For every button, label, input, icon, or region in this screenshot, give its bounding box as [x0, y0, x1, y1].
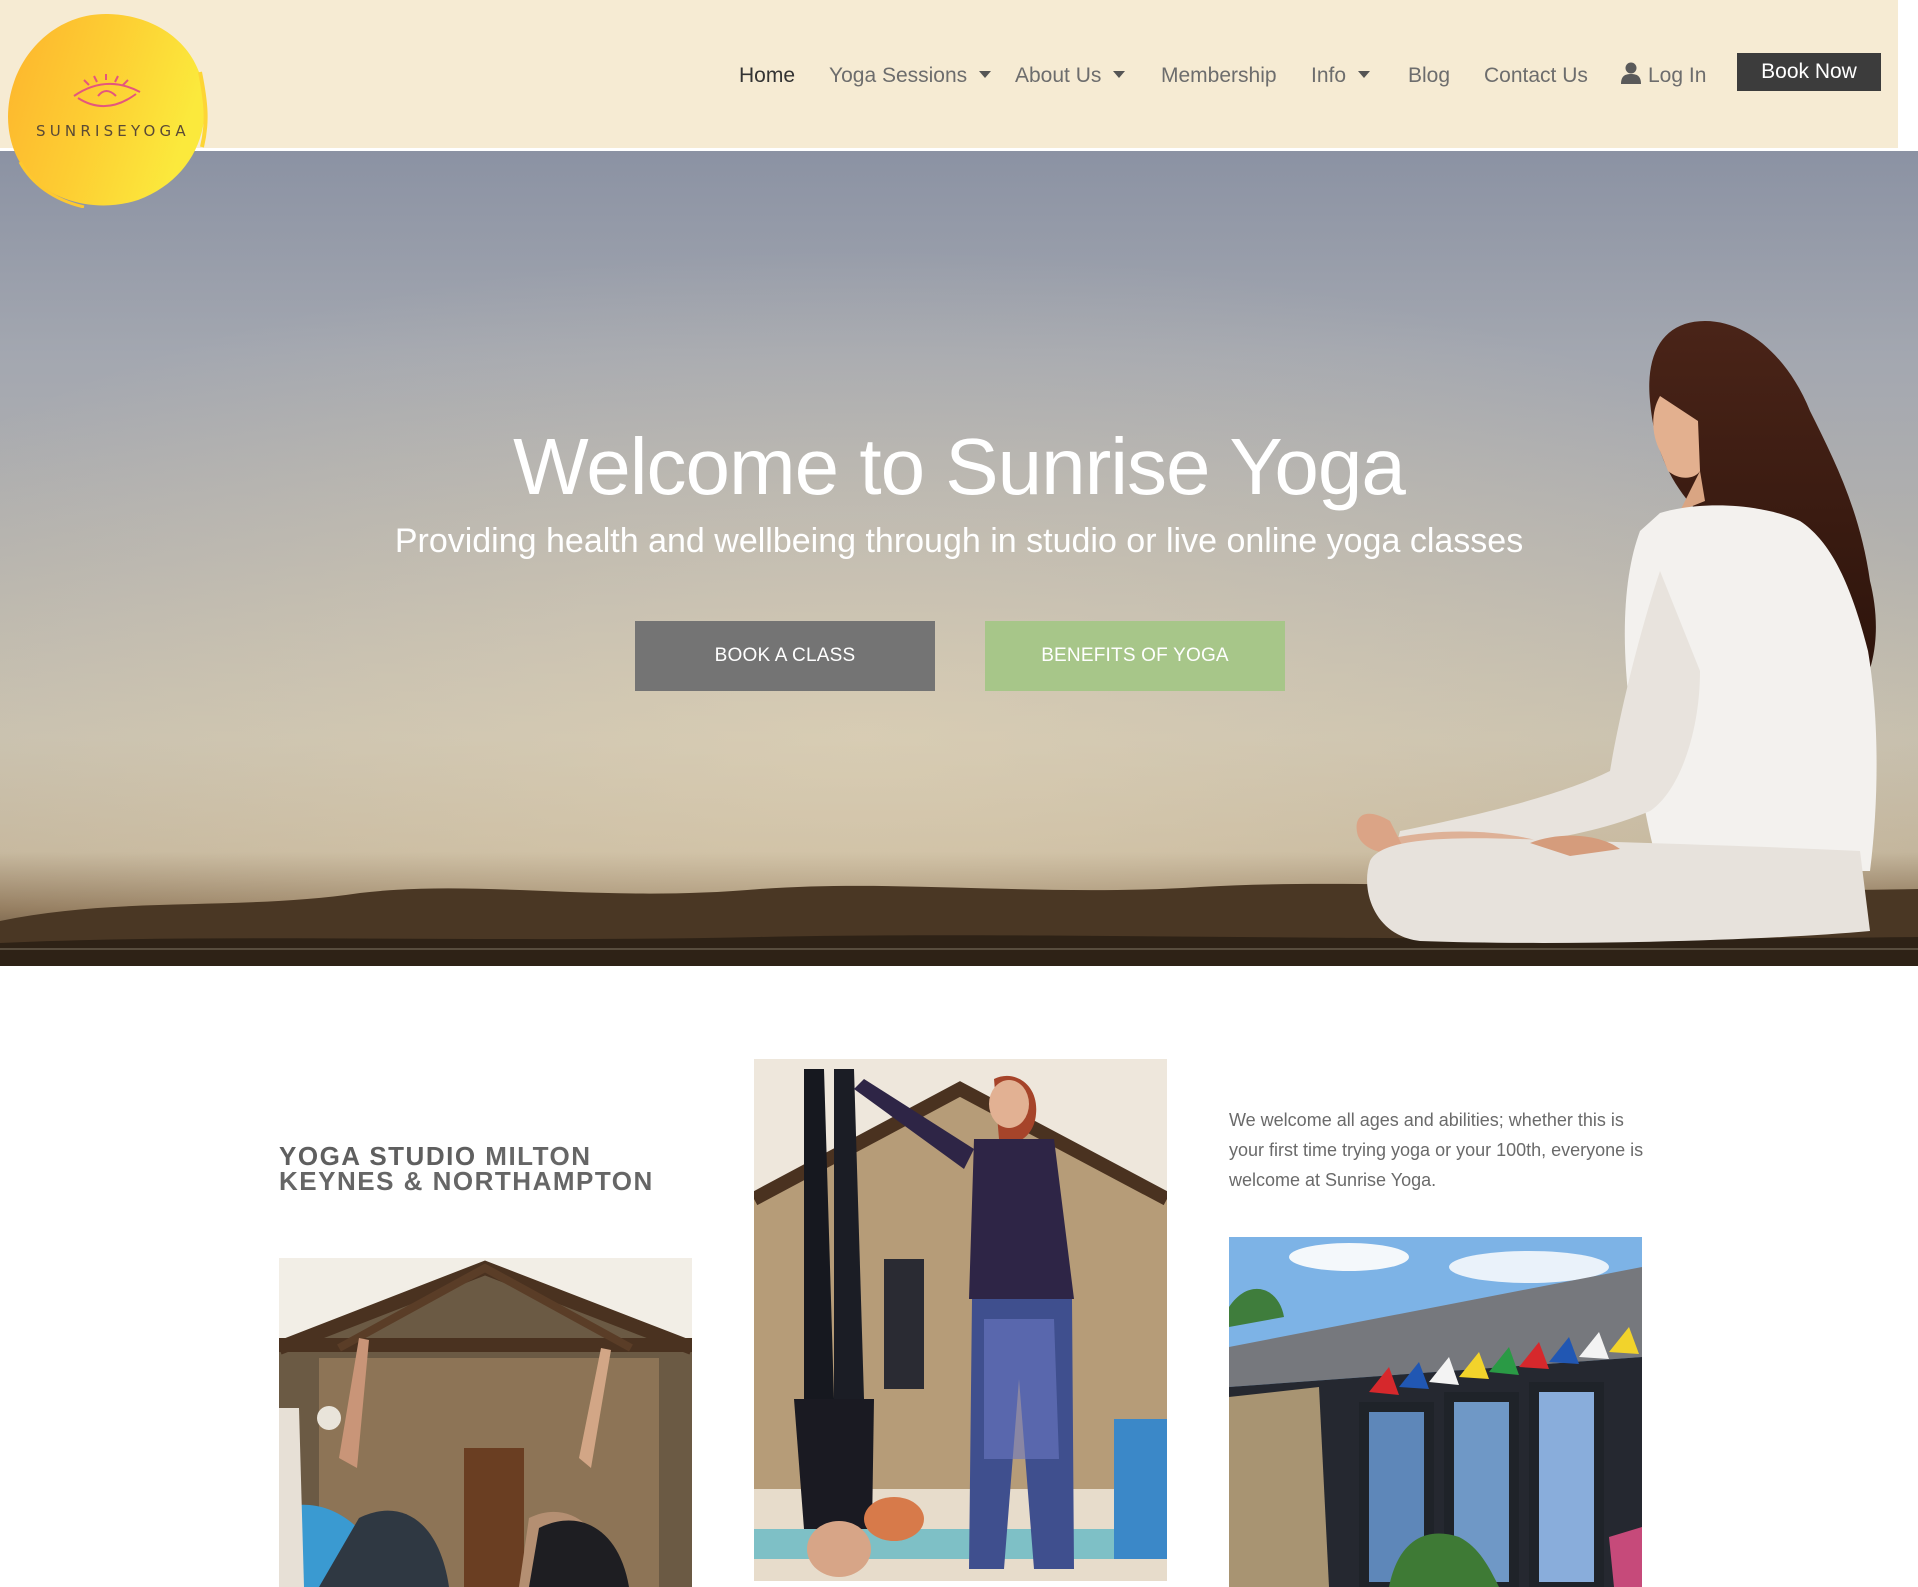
hero-section: Welcome to Sunrise Yoga Providing health… — [0, 151, 1918, 966]
main-nav: Home Yoga Sessions About Us Membership I… — [0, 56, 1898, 96]
nav-home[interactable]: Home — [739, 56, 795, 96]
book-now-button[interactable]: Book Now — [1737, 53, 1881, 91]
nav-yoga-sessions-label: Yoga Sessions — [829, 64, 968, 87]
studio-building-photo — [1229, 1237, 1642, 1587]
hero-title: Welcome to Sunrise Yoga — [513, 422, 1406, 511]
nav-about-us[interactable]: About Us — [1015, 56, 1126, 96]
logo-link[interactable]: SUNRISE YOGA — [6, 12, 210, 209]
caret-down-icon — [1358, 70, 1371, 78]
studio-class-photo — [279, 1258, 692, 1587]
hero-subtitle: Providing health and wellbeing through i… — [394, 522, 1524, 560]
user-icon — [1621, 62, 1641, 85]
nav-blog[interactable]: Blog — [1408, 56, 1450, 96]
caret-down-icon — [979, 70, 992, 78]
nav-membership[interactable]: Membership — [1161, 56, 1277, 96]
nav-log-in[interactable]: Log In — [1621, 56, 1706, 96]
benefits-of-yoga-button[interactable]: BENEFITS OF YOGA — [985, 621, 1285, 691]
book-a-class-button[interactable]: BOOK A CLASS — [635, 621, 935, 691]
studio-heading: YOGA STUDIO MILTON KEYNES & NORTHAMPTON — [279, 1143, 699, 1194]
welcome-paragraph: We welcome all ages and abilities; wheth… — [1229, 1110, 1644, 1190]
sunrise-yoga-logo: SUNRISE YOGA — [8, 13, 208, 209]
nav-info[interactable]: Info — [1311, 56, 1371, 96]
nav-log-in-label: Log In — [1648, 64, 1707, 87]
headstand-class-photo — [754, 1059, 1167, 1581]
scrollbar[interactable] — [1898, 0, 1918, 151]
nav-about-us-label: About Us — [1015, 64, 1102, 87]
nav-contact-us[interactable]: Contact Us — [1484, 56, 1588, 96]
caret-down-icon — [1113, 70, 1126, 78]
nav-info-label: Info — [1311, 64, 1347, 87]
logo-text-sunrise: SUNRISE — [36, 122, 131, 140]
nav-yoga-sessions[interactable]: Yoga Sessions — [829, 56, 992, 96]
logo-text-yoga: YOGA — [130, 122, 190, 140]
